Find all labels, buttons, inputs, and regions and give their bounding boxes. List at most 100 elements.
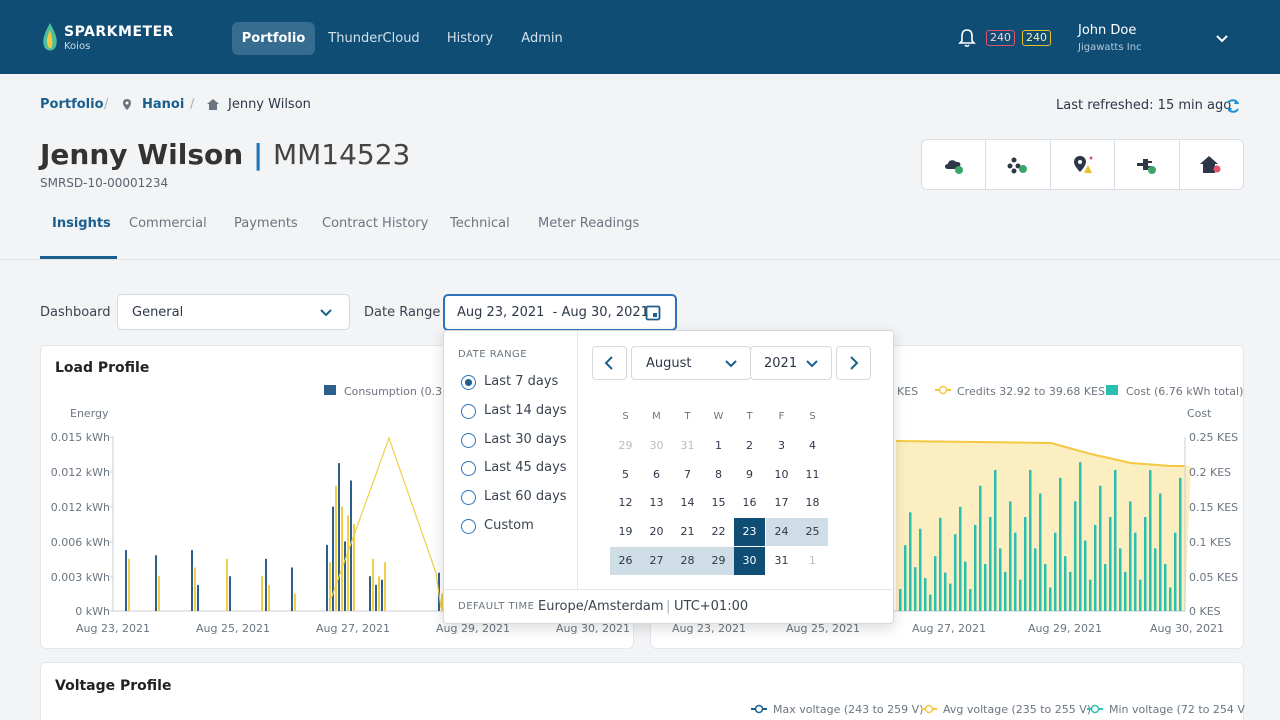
calendar-day[interactable]: 26	[610, 547, 641, 575]
calendar-day[interactable]: 27	[641, 547, 672, 575]
cost-bar	[929, 594, 932, 611]
calendar-day[interactable]: 10	[766, 461, 797, 489]
nav-portfolio[interactable]: Portfolio	[232, 22, 315, 55]
weekday-header: T	[746, 411, 753, 422]
calendar-day[interactable]: 7	[672, 461, 703, 489]
x-tick-label: Aug 23, 2021	[76, 622, 150, 635]
date-range-input[interactable]: Aug 23, 2021 - Aug 30, 2021	[443, 294, 677, 331]
calendar-day[interactable]: 29	[610, 432, 641, 460]
breadcrumb-portfolio[interactable]: Portfolio	[40, 97, 104, 112]
calendar-day[interactable]: 31	[766, 547, 797, 575]
calendar-day[interactable]: 30	[641, 432, 672, 460]
consumption-bar	[291, 567, 293, 611]
calendar-day[interactable]: 1	[797, 547, 828, 575]
next-month-button[interactable]	[836, 346, 871, 380]
location-button[interactable]	[1051, 140, 1116, 189]
calendar-day[interactable]: 22	[703, 518, 734, 546]
calendar-day[interactable]: 11	[797, 461, 828, 489]
calendar-day[interactable]: 2	[734, 432, 765, 460]
user-organization: Jigawatts Inc	[1078, 42, 1142, 53]
legend-cost-swatch	[1106, 385, 1118, 395]
calendar-day[interactable]: 4	[797, 432, 828, 460]
cost-bar	[1179, 477, 1182, 611]
cost-bar	[1104, 564, 1107, 611]
calendar-day[interactable]: 9	[734, 461, 765, 489]
calendar-day[interactable]: 14	[672, 489, 703, 517]
tab-technical[interactable]: Technical	[450, 216, 510, 231]
nav-thundercloud[interactable]: ThunderCloud	[322, 22, 426, 55]
calendar-day[interactable]: 17	[766, 489, 797, 517]
tab-contract-history[interactable]: Contract History	[322, 216, 428, 231]
notification-bell-icon[interactable]	[958, 28, 976, 48]
meter-network-button[interactable]	[986, 140, 1051, 189]
radio-selected-icon	[461, 375, 476, 390]
nav-admin[interactable]: Admin	[514, 22, 570, 55]
calendar-day[interactable]: 25	[797, 518, 828, 546]
cost-bar	[1149, 470, 1152, 611]
chevron-down-icon	[725, 360, 737, 368]
calendar-day[interactable]: 6	[641, 461, 672, 489]
calendar-day[interactable]: 24	[766, 518, 797, 546]
option-label: Last 45 days	[484, 460, 567, 475]
nav-history[interactable]: History	[440, 22, 500, 55]
home-status-button[interactable]	[1180, 140, 1243, 189]
calendar-day[interactable]: 5	[610, 461, 641, 489]
legend-cost: Cost (6.76 kWh total)	[1126, 385, 1243, 398]
default-time-zone[interactable]: Europe/Amsterdam	[538, 599, 664, 614]
calendar-day[interactable]: 30	[734, 547, 765, 575]
consumption-bar	[191, 550, 193, 611]
tab-meter-readings[interactable]: Meter Readings	[538, 216, 639, 231]
year-select[interactable]: 2021	[750, 346, 832, 380]
calendar-day[interactable]: 23	[734, 518, 765, 546]
date-range-heading: DATE RANGE	[458, 349, 528, 360]
y-axis-title: Energy	[70, 407, 109, 420]
y-tick-label: 0 kWh	[75, 605, 110, 618]
consumption-bar	[128, 558, 130, 611]
connection-button[interactable]	[1115, 140, 1180, 189]
cloud-status-button[interactable]	[922, 140, 987, 189]
calendar-icon[interactable]	[645, 305, 661, 321]
tab-insights[interactable]: Insights	[52, 216, 111, 231]
cost-bar	[904, 545, 907, 611]
date-range-picker: DATE RANGE Last 7 days Last 14 days Last…	[443, 330, 895, 625]
default-time-footer: DEFAULT TIME Europe/Amsterdam | UTC+01:0…	[444, 589, 895, 625]
alert-count-badge-red[interactable]: 240	[986, 30, 1015, 46]
tab-commercial[interactable]: Commercial	[129, 216, 207, 231]
cost-bar	[899, 589, 902, 611]
breadcrumb-hanoi[interactable]: Hanoi	[142, 97, 184, 112]
alert-count-badge-yellow[interactable]: 240	[1022, 30, 1051, 46]
legend-credits: Credits 32.92 to 39.68 KES	[957, 385, 1105, 398]
y-tick-label: 0 KES	[1189, 605, 1221, 618]
radio-icon	[461, 433, 476, 448]
cost-bar	[1049, 587, 1052, 611]
user-name[interactable]: John Doe	[1078, 23, 1136, 38]
refresh-icon[interactable]	[1225, 98, 1241, 114]
consumption-bar	[344, 541, 346, 611]
calendar-day[interactable]: 28	[672, 547, 703, 575]
tab-payments[interactable]: Payments	[234, 216, 298, 231]
calendar-day[interactable]: 13	[641, 489, 672, 517]
chevron-down-icon	[320, 309, 332, 317]
chevron-right-icon	[850, 356, 859, 370]
dashboard-select[interactable]: General	[117, 294, 350, 330]
cost-bar	[979, 485, 982, 611]
calendar-day[interactable]: 31	[672, 432, 703, 460]
calendar-day[interactable]: 21	[672, 518, 703, 546]
cost-bar	[934, 556, 937, 611]
calendar-day[interactable]: 3	[766, 432, 797, 460]
calendar-day[interactable]: 29	[703, 547, 734, 575]
calendar-day[interactable]: 19	[610, 518, 641, 546]
cost-bar	[919, 528, 922, 611]
calendar-day[interactable]: 16	[734, 489, 765, 517]
legend-consumption-swatch	[324, 385, 336, 395]
calendar-day[interactable]: 20	[641, 518, 672, 546]
user-menu-chevron-down-icon[interactable]	[1214, 30, 1230, 46]
calendar-day[interactable]: 1	[703, 432, 734, 460]
month-select[interactable]: August	[631, 346, 751, 380]
date-range-value: Aug 23, 2021 - Aug 30, 2021	[457, 305, 649, 320]
calendar-day[interactable]: 18	[797, 489, 828, 517]
calendar-day[interactable]: 12	[610, 489, 641, 517]
previous-month-button[interactable]	[592, 346, 627, 380]
calendar-day[interactable]: 15	[703, 489, 734, 517]
calendar-day[interactable]: 8	[703, 461, 734, 489]
